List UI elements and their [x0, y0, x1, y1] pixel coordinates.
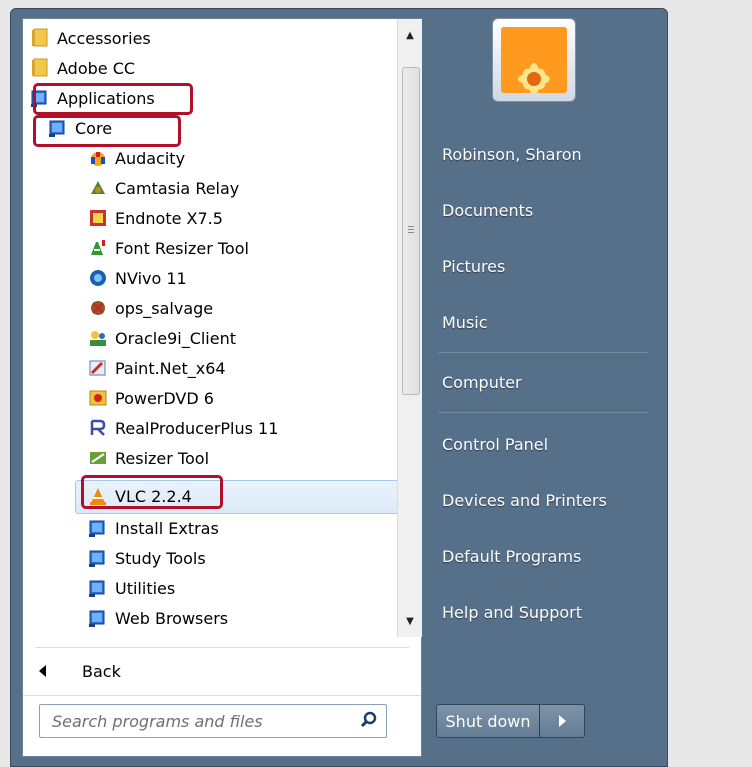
- program-label: ops_salvage: [115, 298, 214, 318]
- divider: [35, 647, 409, 648]
- program-group-icon: [87, 517, 109, 539]
- music-link[interactable]: Music: [442, 304, 652, 340]
- back-arrow-icon: [39, 665, 46, 677]
- program-item-install-extras[interactable]: Install Extras: [87, 513, 219, 543]
- programs-list: Accessories Adobe CC Applications Core A…: [23, 19, 397, 637]
- font-resizer-icon: [87, 237, 109, 259]
- program-label: PowerDVD 6: [115, 388, 214, 408]
- powerdvd-icon: [87, 387, 109, 409]
- shut-down-button[interactable]: Shut down: [436, 704, 540, 738]
- nvivo-icon: [87, 267, 109, 289]
- grip-icon: [408, 226, 414, 227]
- divider: [438, 412, 648, 413]
- program-label: Font Resizer Tool: [115, 238, 249, 258]
- program-item-nvivo[interactable]: NVivo 11: [87, 263, 187, 293]
- program-item-resizer-tool[interactable]: Resizer Tool: [87, 443, 209, 473]
- default-programs-label: Default Programs: [442, 546, 582, 566]
- ops-salvage-icon: [87, 297, 109, 319]
- paint-net-icon: [87, 357, 109, 379]
- devices-and-printers-link[interactable]: Devices and Printers: [442, 482, 652, 518]
- search-input[interactable]: [50, 710, 344, 732]
- program-item-web-browsers[interactable]: Web Browsers: [87, 603, 228, 633]
- help-and-support-link[interactable]: Help and Support: [442, 594, 652, 630]
- search-box[interactable]: [39, 704, 387, 738]
- grip-icon: [408, 232, 414, 233]
- program-label: Resizer Tool: [115, 448, 210, 468]
- pictures-label: Pictures: [442, 256, 506, 276]
- music-label: Music: [442, 312, 488, 332]
- program-label: Adobe CC: [57, 58, 136, 78]
- program-item-powerdvd[interactable]: PowerDVD 6: [87, 383, 214, 413]
- folder-icon: [29, 27, 51, 49]
- program-item-study-tools[interactable]: Study Tools: [87, 543, 206, 573]
- documents-link[interactable]: Documents: [442, 192, 652, 228]
- shut-down-label: Shut down: [445, 711, 531, 731]
- back-label: Back: [82, 661, 121, 681]
- endnote-icon: [87, 207, 109, 229]
- programs-pane: Accessories Adobe CC Applications Core A…: [22, 18, 422, 757]
- devices-and-printers-label: Devices and Printers: [442, 490, 607, 510]
- scroll-down-icon[interactable]: ▼: [398, 611, 422, 631]
- program-item-realproducerplus[interactable]: RealProducerPlus 11: [87, 413, 278, 443]
- program-group-icon: [87, 577, 109, 599]
- audacity-icon: [87, 147, 109, 169]
- realproducer-icon: [87, 417, 109, 439]
- program-item-accessories[interactable]: Accessories: [29, 23, 151, 53]
- program-label: Paint.Net_x64: [115, 358, 226, 378]
- program-item-adobe-cc[interactable]: Adobe CC: [29, 53, 135, 83]
- program-item-font-resizer-tool[interactable]: Font Resizer Tool: [87, 233, 249, 263]
- scroll-up-icon[interactable]: ▲: [398, 25, 422, 45]
- program-label: Accessories: [57, 28, 151, 48]
- program-item-endnote[interactable]: Endnote X7.5: [87, 203, 223, 233]
- program-label: NVivo 11: [115, 268, 187, 288]
- program-group-icon: [87, 607, 109, 629]
- computer-label: Computer: [442, 372, 522, 392]
- back-button[interactable]: Back: [35, 655, 395, 687]
- program-item-utilities[interactable]: Utilities: [87, 573, 175, 603]
- user-name-link[interactable]: Robinson, Sharon: [442, 136, 652, 172]
- control-panel-link[interactable]: Control Panel: [442, 426, 652, 462]
- program-group-icon: [87, 547, 109, 569]
- highlight-box-core: [33, 115, 181, 147]
- computer-link[interactable]: Computer: [442, 364, 652, 400]
- scroll-thumb[interactable]: [402, 67, 420, 395]
- divider: [23, 695, 421, 696]
- control-panel-label: Control Panel: [442, 434, 549, 454]
- program-item-paint-net[interactable]: Paint.Net_x64: [87, 353, 226, 383]
- divider: [438, 352, 648, 353]
- help-and-support-label: Help and Support: [442, 602, 582, 622]
- program-label: Oracle9i_Client: [115, 328, 237, 348]
- resizer-tool-icon: [87, 447, 109, 469]
- oracle-client-icon: [87, 327, 109, 349]
- avatar[interactable]: [492, 18, 576, 102]
- user-name-label: Robinson, Sharon: [442, 144, 582, 164]
- program-label: Study Tools: [115, 548, 206, 568]
- default-programs-link[interactable]: Default Programs: [442, 538, 652, 574]
- grip-icon: [408, 229, 414, 230]
- program-label: Camtasia Relay: [115, 178, 240, 198]
- flower-icon: [501, 27, 567, 93]
- search-icon[interactable]: [360, 711, 378, 733]
- pictures-link[interactable]: Pictures: [442, 248, 652, 284]
- chevron-right-icon: [558, 715, 566, 727]
- documents-label: Documents: [442, 200, 534, 220]
- highlight-box-applications: [33, 83, 193, 115]
- folder-icon: [29, 57, 51, 79]
- program-label: Install Extras: [115, 518, 219, 538]
- camtasia-relay-icon: [87, 177, 109, 199]
- program-item-camtasia-relay[interactable]: Camtasia Relay: [87, 173, 239, 203]
- program-label: Endnote X7.5: [115, 208, 223, 228]
- program-item-audacity[interactable]: Audacity: [87, 143, 185, 173]
- shut-down-options-button[interactable]: [539, 704, 585, 738]
- program-label: Audacity: [115, 148, 186, 168]
- program-label: RealProducerPlus 11: [115, 418, 279, 438]
- programs-scrollbar[interactable]: ▲ ▼: [397, 19, 422, 637]
- program-label: Web Browsers: [115, 608, 229, 628]
- highlight-box-vlc: [81, 475, 223, 509]
- program-item-ops-salvage[interactable]: ops_salvage: [87, 293, 213, 323]
- program-item-oracle9i-client[interactable]: Oracle9i_Client: [87, 323, 236, 353]
- program-label: Utilities: [115, 578, 176, 598]
